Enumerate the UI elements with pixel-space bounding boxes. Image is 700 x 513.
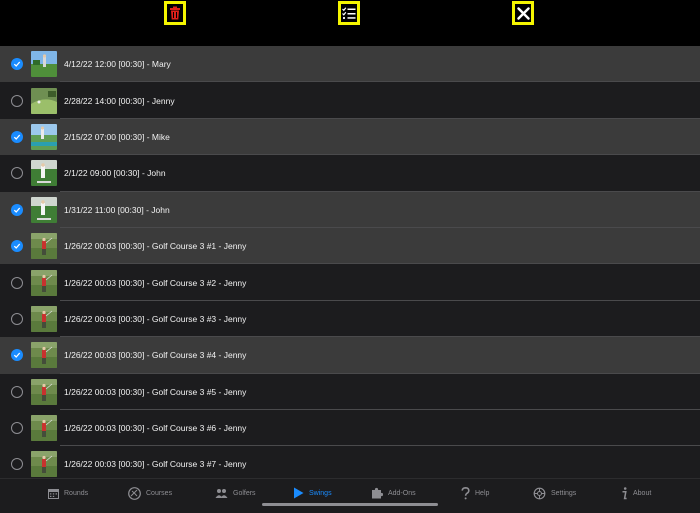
tab-label: Courses [146, 489, 173, 497]
gear-icon [533, 487, 546, 500]
swing-row[interactable]: 1/26/22 00:03 [00:30] - Golf Course 3 #5… [0, 373, 700, 411]
tab-label: Add-Ons [388, 489, 416, 497]
unchecked-circle-icon[interactable] [11, 385, 23, 398]
golf-ball-icon [128, 486, 141, 500]
checklist-icon [342, 6, 356, 19]
unchecked-circle-icon[interactable] [11, 167, 23, 180]
swing-label: 1/26/22 00:03 [00:30] - Golf Course 3 #1… [64, 241, 247, 252]
trash-icon [170, 6, 180, 20]
swing-list: 4/12/22 12:00 [00:30] - Mary 2/28/22 14:0… [0, 46, 700, 478]
tab-courses[interactable]: Courses [128, 485, 172, 501]
checked-circle-icon[interactable] [11, 130, 23, 143]
swing-thumbnail [31, 451, 57, 478]
swing-label: 2/28/22 14:00 [00:30] - Jenny [64, 95, 175, 106]
info-icon [621, 486, 628, 500]
swing-thumbnail [31, 160, 57, 187]
swing-label: 1/26/22 00:03 [00:30] - Golf Course 3 #2… [64, 277, 247, 288]
swing-row[interactable]: 1/26/22 00:03 [00:30] - Golf Course 3 #2… [0, 264, 700, 302]
tab-help[interactable]: Help [461, 485, 489, 501]
tab-swings[interactable]: Swings [293, 485, 332, 501]
puzzle-icon [371, 487, 383, 499]
swing-thumbnail [31, 233, 57, 260]
swing-thumbnail [31, 269, 57, 296]
tab-add-ons[interactable]: Add-Ons [371, 485, 416, 501]
tab-settings[interactable]: Settings [533, 485, 576, 501]
tab-label: About [633, 489, 652, 497]
unchecked-circle-icon[interactable] [11, 276, 23, 289]
swing-label: 1/26/22 00:03 [00:30] - Golf Course 3 #3… [64, 313, 247, 324]
tab-about[interactable]: About [621, 485, 651, 501]
tab-rounds[interactable]: Rounds [48, 485, 88, 501]
swing-thumbnail [31, 196, 57, 223]
swing-thumbnail [31, 305, 57, 332]
swing-thumbnail [31, 415, 57, 442]
swing-row[interactable]: 2/15/22 07:00 [00:30] - Mike [0, 118, 700, 156]
swing-label: 1/26/22 00:03 [00:30] - Golf Course 3 #6… [64, 423, 247, 434]
delete-button[interactable] [164, 1, 186, 25]
swing-label: 1/26/22 00:03 [00:30] - Golf Course 3 #5… [64, 386, 247, 397]
select-list-button[interactable] [338, 1, 360, 25]
unchecked-circle-icon[interactable] [11, 94, 23, 107]
unchecked-circle-icon[interactable] [11, 458, 23, 471]
checked-circle-icon[interactable] [11, 349, 23, 362]
question-icon [461, 486, 470, 500]
unchecked-circle-icon[interactable] [11, 312, 23, 325]
swing-thumbnail [31, 123, 57, 150]
play-icon [293, 487, 304, 499]
swing-row[interactable]: 4/12/22 12:00 [00:30] - Mary [0, 46, 700, 83]
tab-bar: Rounds Courses Golfers Swings Add-Ons Help Set… [0, 478, 700, 513]
swing-thumbnail [31, 378, 57, 405]
checked-circle-icon[interactable] [11, 58, 23, 71]
tab-label: Help [475, 489, 490, 497]
calendar-icon [48, 488, 59, 499]
swing-row[interactable]: 2/1/22 09:00 [00:30] - John [0, 155, 700, 192]
swing-row[interactable]: 2/28/22 14:00 [00:30] - Jenny [0, 82, 700, 120]
swing-thumbnail [31, 87, 57, 114]
top-toolbar [0, 0, 700, 44]
swing-label: 4/12/22 12:00 [00:30] - Mary [64, 59, 171, 70]
swing-label: 1/26/22 00:03 [00:30] - Golf Course 3 #7… [64, 459, 247, 470]
tab-golfers[interactable]: Golfers [215, 485, 256, 501]
swing-thumbnail [31, 51, 57, 78]
tab-label: Golfers [233, 489, 256, 497]
tab-label: Rounds [64, 489, 89, 497]
home-indicator [262, 503, 438, 506]
unchecked-circle-icon[interactable] [11, 422, 23, 435]
golfers-icon [215, 488, 228, 499]
swing-row[interactable]: 1/26/22 00:03 [00:30] - Golf Course 3 #6… [0, 409, 700, 447]
tab-label: Settings [551, 489, 577, 497]
swing-label: 1/26/22 00:03 [00:30] - Golf Course 3 #4… [64, 350, 247, 361]
checked-circle-icon[interactable] [11, 240, 23, 253]
swing-row[interactable]: 1/26/22 00:03 [00:30] - Golf Course 3 #1… [0, 227, 700, 265]
swing-label: 2/15/22 07:00 [00:30] - Mike [64, 131, 170, 142]
tab-label: Swings [309, 489, 332, 497]
swing-row[interactable]: 1/26/22 00:03 [00:30] - Golf Course 3 #7… [0, 446, 700, 478]
checked-circle-icon[interactable] [11, 203, 23, 216]
swing-row[interactable]: 1/26/22 00:03 [00:30] - Golf Course 3 #3… [0, 300, 700, 338]
swing-row[interactable]: 1/31/22 11:00 [00:30] - John [0, 191, 700, 229]
swing-label: 1/31/22 11:00 [00:30] - John [64, 204, 170, 215]
close-icon [516, 6, 530, 20]
swing-label: 2/1/22 09:00 [00:30] - John [64, 168, 166, 179]
swing-thumbnail [31, 342, 57, 369]
swing-row[interactable]: 1/26/22 00:03 [00:30] - Golf Course 3 #4… [0, 337, 700, 374]
close-button[interactable] [512, 1, 534, 25]
